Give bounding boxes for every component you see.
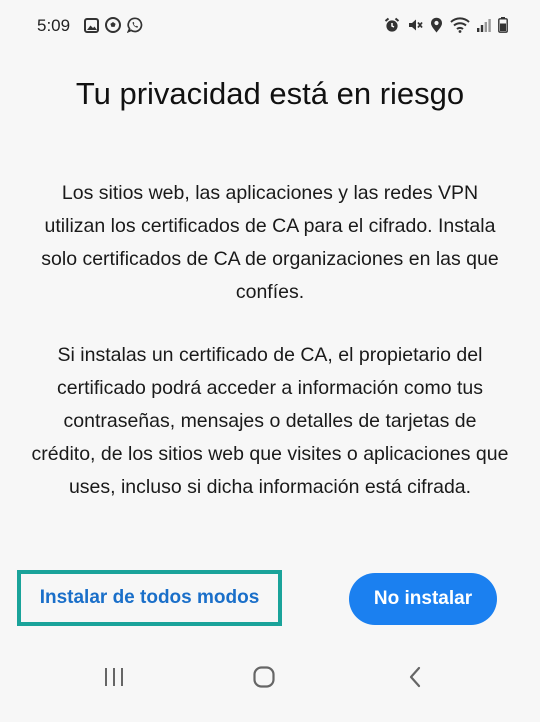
home-icon[interactable]: [244, 662, 284, 692]
alarm-icon: [384, 17, 400, 33]
gallery-icon: [84, 17, 99, 33]
navigation-bar: [0, 650, 540, 710]
mute-icon: [407, 17, 423, 33]
page-title: Tu privacidad está en riesgo: [75, 76, 465, 111]
signal-icon: [477, 17, 491, 33]
location-icon: [430, 17, 443, 33]
install-anyway-button[interactable]: Instalar de todos modos: [17, 570, 282, 626]
status-time: 5:09: [37, 16, 71, 35]
warning-paragraph-ca-risk: Si instalas un certificado de CA, el pro…: [31, 344, 509, 498]
status-bar: 5:09: [0, 0, 540, 52]
wifi-icon: [450, 17, 470, 33]
status-left-icons: [84, 17, 143, 33]
back-icon[interactable]: [395, 662, 435, 692]
recents-icon[interactable]: [94, 662, 134, 692]
soccer-ball-icon: [105, 17, 121, 33]
warning-paragraph-ca-usage: Los sitios web, las aplicaciones y las r…: [41, 182, 499, 303]
status-right-icons: [384, 17, 508, 33]
no-install-button[interactable]: No instalar: [349, 573, 497, 625]
whatsapp-icon: [127, 17, 143, 33]
battery-icon: [498, 17, 508, 33]
